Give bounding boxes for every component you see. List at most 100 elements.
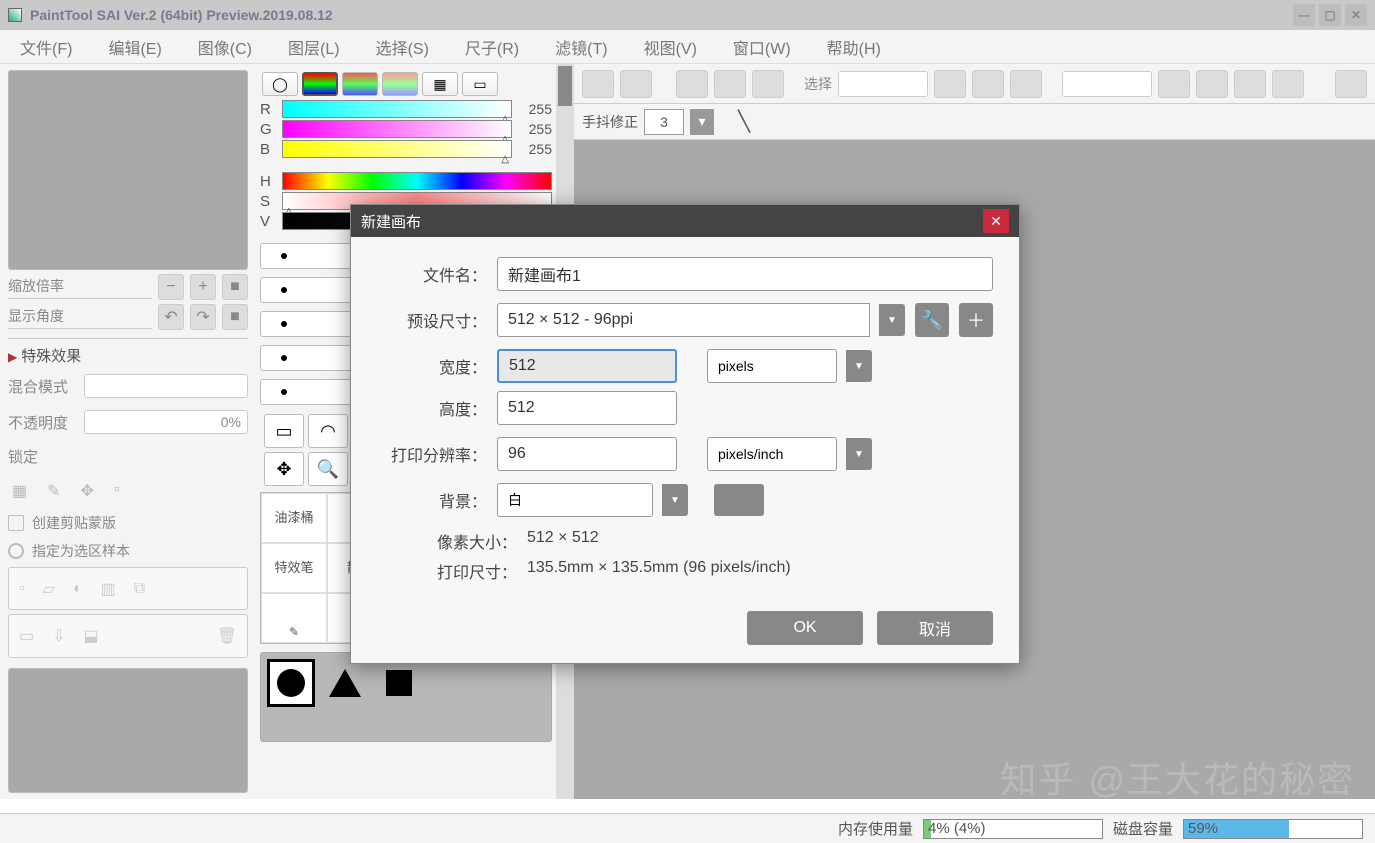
line-icon[interactable]: ╲	[738, 109, 750, 134]
invert-button[interactable]	[714, 70, 746, 98]
bg-dropdown[interactable]: 白	[497, 483, 653, 517]
marquee-tool[interactable]: ▭	[264, 414, 304, 448]
shape-triangle[interactable]	[321, 659, 369, 707]
close-button[interactable]: ✕	[1345, 4, 1367, 26]
zoom-in-button[interactable]	[972, 70, 1004, 98]
dialog-title-bar[interactable]: 新建画布 ✕	[351, 205, 1019, 237]
dpi-label: 打印分辨率：	[377, 442, 487, 466]
swap-button[interactable]	[1335, 70, 1367, 98]
menu-help[interactable]: 帮助(H)	[827, 35, 881, 59]
shape-circle[interactable]	[267, 659, 315, 707]
flip-button[interactable]	[1272, 70, 1304, 98]
width-input[interactable]: 512	[497, 349, 677, 383]
preset-edit-button[interactable]: 🔧	[915, 303, 949, 337]
zoom-fit-button[interactable]	[1010, 70, 1042, 98]
h-slider[interactable]	[282, 172, 552, 190]
blend-dropdown[interactable]	[84, 374, 248, 398]
move-tool[interactable]: ✥	[264, 452, 304, 486]
angle-ccw[interactable]: ↶	[158, 304, 184, 330]
clear-icon[interactable]: ▭	[19, 626, 34, 646]
angle-input[interactable]	[1062, 71, 1152, 97]
hide-sel-button[interactable]	[752, 70, 784, 98]
zoom-tool[interactable]: 🔍	[308, 452, 348, 486]
zoom-reset[interactable]: ■	[222, 274, 248, 300]
title-bar: PaintTool SAI Ver.2 (64bit) Preview.2019…	[0, 0, 1375, 30]
dpi-unit-caret-icon[interactable]: ▼	[846, 438, 872, 470]
mask-icon[interactable]: ◐	[73, 580, 83, 598]
preset-caret-icon[interactable]: ▼	[879, 304, 905, 336]
menu-layer[interactable]: 图层(L)	[288, 35, 340, 59]
b-slider[interactable]: △	[282, 140, 512, 158]
new-layer-icon[interactable]: ▫	[19, 580, 25, 598]
lasso-tool[interactable]: ◠	[308, 414, 348, 448]
stabilizer-dropdown[interactable]: ▾	[690, 109, 714, 135]
navigator[interactable]	[8, 70, 248, 270]
merge-icon[interactable]: ▥	[101, 579, 116, 599]
rot-reset-button[interactable]	[1234, 70, 1266, 98]
undo-button[interactable]	[582, 70, 614, 98]
zoom-out-button[interactable]	[934, 70, 966, 98]
clip-mask-checkbox[interactable]: 创建剪贴蒙版	[8, 511, 248, 535]
layer-list[interactable]	[8, 668, 248, 793]
filename-input[interactable]: 新建画布1	[497, 257, 993, 291]
panel-tab-1[interactable]	[558, 66, 572, 106]
dup-icon[interactable]: ⧉	[134, 580, 145, 598]
lock-blank-icon[interactable]: ▫	[114, 481, 120, 501]
lock-all-icon[interactable]: ▦	[12, 481, 27, 501]
minimize-button[interactable]: —	[1293, 4, 1315, 26]
opacity-field[interactable]: 0%	[84, 410, 248, 434]
angle-reset[interactable]: ■	[222, 304, 248, 330]
menu-image[interactable]: 图像(C)	[198, 35, 252, 59]
menu-filter[interactable]: 滤镜(T)	[555, 35, 607, 59]
unit-caret-icon[interactable]: ▼	[846, 350, 872, 382]
redo-button[interactable]	[620, 70, 652, 98]
zoom-minus[interactable]: −	[158, 274, 184, 300]
g-slider[interactable]: △	[282, 120, 512, 138]
dpi-input[interactable]: 96	[497, 437, 677, 471]
g-label: G	[260, 121, 276, 138]
dialog-close-button[interactable]: ✕	[983, 209, 1009, 233]
zoom-plus[interactable]: +	[190, 274, 216, 300]
flatten-icon[interactable]: ⬓	[84, 626, 99, 646]
bg-color-swatch[interactable]	[714, 484, 764, 516]
fxpen-tool[interactable]: 特效笔	[261, 543, 327, 593]
new-group-icon[interactable]: ▱	[43, 579, 55, 599]
menu-view[interactable]: 视图(V)	[644, 35, 697, 59]
dpi-unit-dropdown[interactable]: pixels/inch	[707, 437, 837, 471]
swatch-icon[interactable]: ▦	[422, 72, 458, 96]
s-label: S	[260, 193, 276, 210]
colorwheel-icon[interactable]: ◯	[262, 72, 298, 96]
fx-header[interactable]: ▶特殊效果	[8, 345, 248, 366]
maximize-button[interactable]: ▢	[1319, 4, 1341, 26]
menu-window[interactable]: 窗口(W)	[733, 35, 791, 59]
rot-cw-button[interactable]	[1196, 70, 1228, 98]
transfer-icon[interactable]: ⇩	[52, 626, 65, 646]
palette-icon[interactable]	[382, 72, 418, 96]
lock-move-icon[interactable]: ✥	[81, 481, 94, 501]
brush-cell-9[interactable]: ✎	[261, 593, 327, 643]
preset-dropdown[interactable]: 512 × 512 - 96ppi	[497, 303, 870, 337]
height-input[interactable]: 512	[497, 391, 677, 425]
cancel-button[interactable]: 取消	[877, 611, 993, 645]
selection-source-radio[interactable]: 指定为选区样本	[8, 539, 248, 563]
zoom-input[interactable]	[838, 71, 928, 97]
angle-cw[interactable]: ↷	[190, 304, 216, 330]
bucket-tool[interactable]: 油漆桶	[261, 493, 327, 543]
delete-icon[interactable]: 🗑	[217, 626, 237, 646]
ok-button[interactable]: OK	[747, 611, 863, 645]
shape-square[interactable]	[375, 659, 423, 707]
preset-add-button[interactable]: ＋	[959, 303, 993, 337]
menu-select[interactable]: 选择(S)	[376, 35, 429, 59]
bg-caret-icon[interactable]: ▼	[662, 484, 688, 516]
r-slider[interactable]: △	[282, 100, 512, 118]
hsv-mode-icon[interactable]	[342, 72, 378, 96]
unit-dropdown[interactable]: pixels	[707, 349, 837, 383]
lock-pixels-icon[interactable]: ✎	[47, 481, 60, 501]
desel-button[interactable]	[676, 70, 708, 98]
menu-ruler[interactable]: 尺子(R)	[465, 35, 519, 59]
menu-edit[interactable]: 编辑(E)	[108, 35, 161, 59]
rot-ccw-button[interactable]	[1158, 70, 1190, 98]
menu-file[interactable]: 文件(F)	[20, 35, 72, 59]
rgb-mode-icon[interactable]	[302, 72, 338, 96]
scratch-icon[interactable]: ▭	[462, 72, 498, 96]
